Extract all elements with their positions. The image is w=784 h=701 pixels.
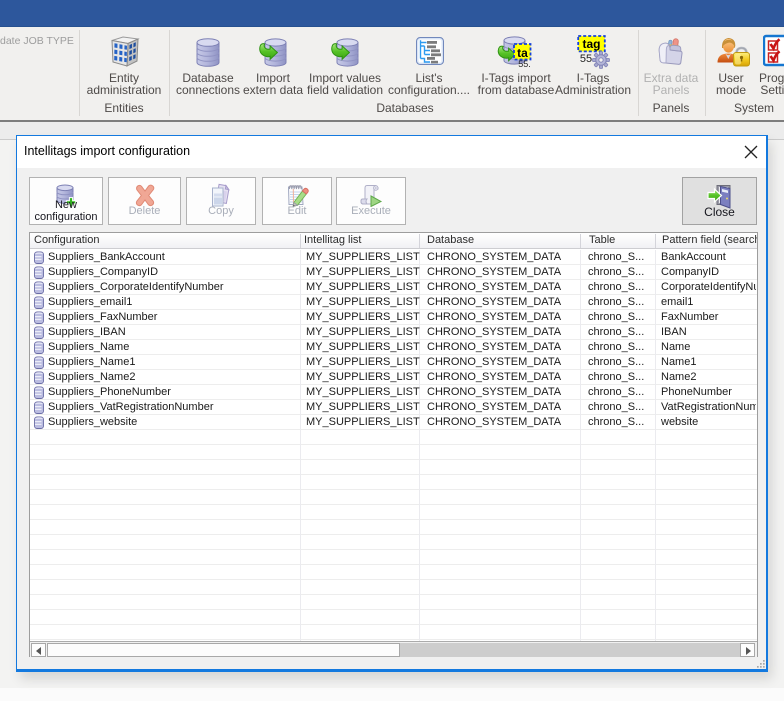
- svg-text:tag: tag: [583, 37, 601, 51]
- svg-text:ta: ta: [517, 46, 528, 60]
- svg-text:55: 55: [580, 53, 592, 65]
- svg-text:55.: 55.: [518, 59, 531, 68]
